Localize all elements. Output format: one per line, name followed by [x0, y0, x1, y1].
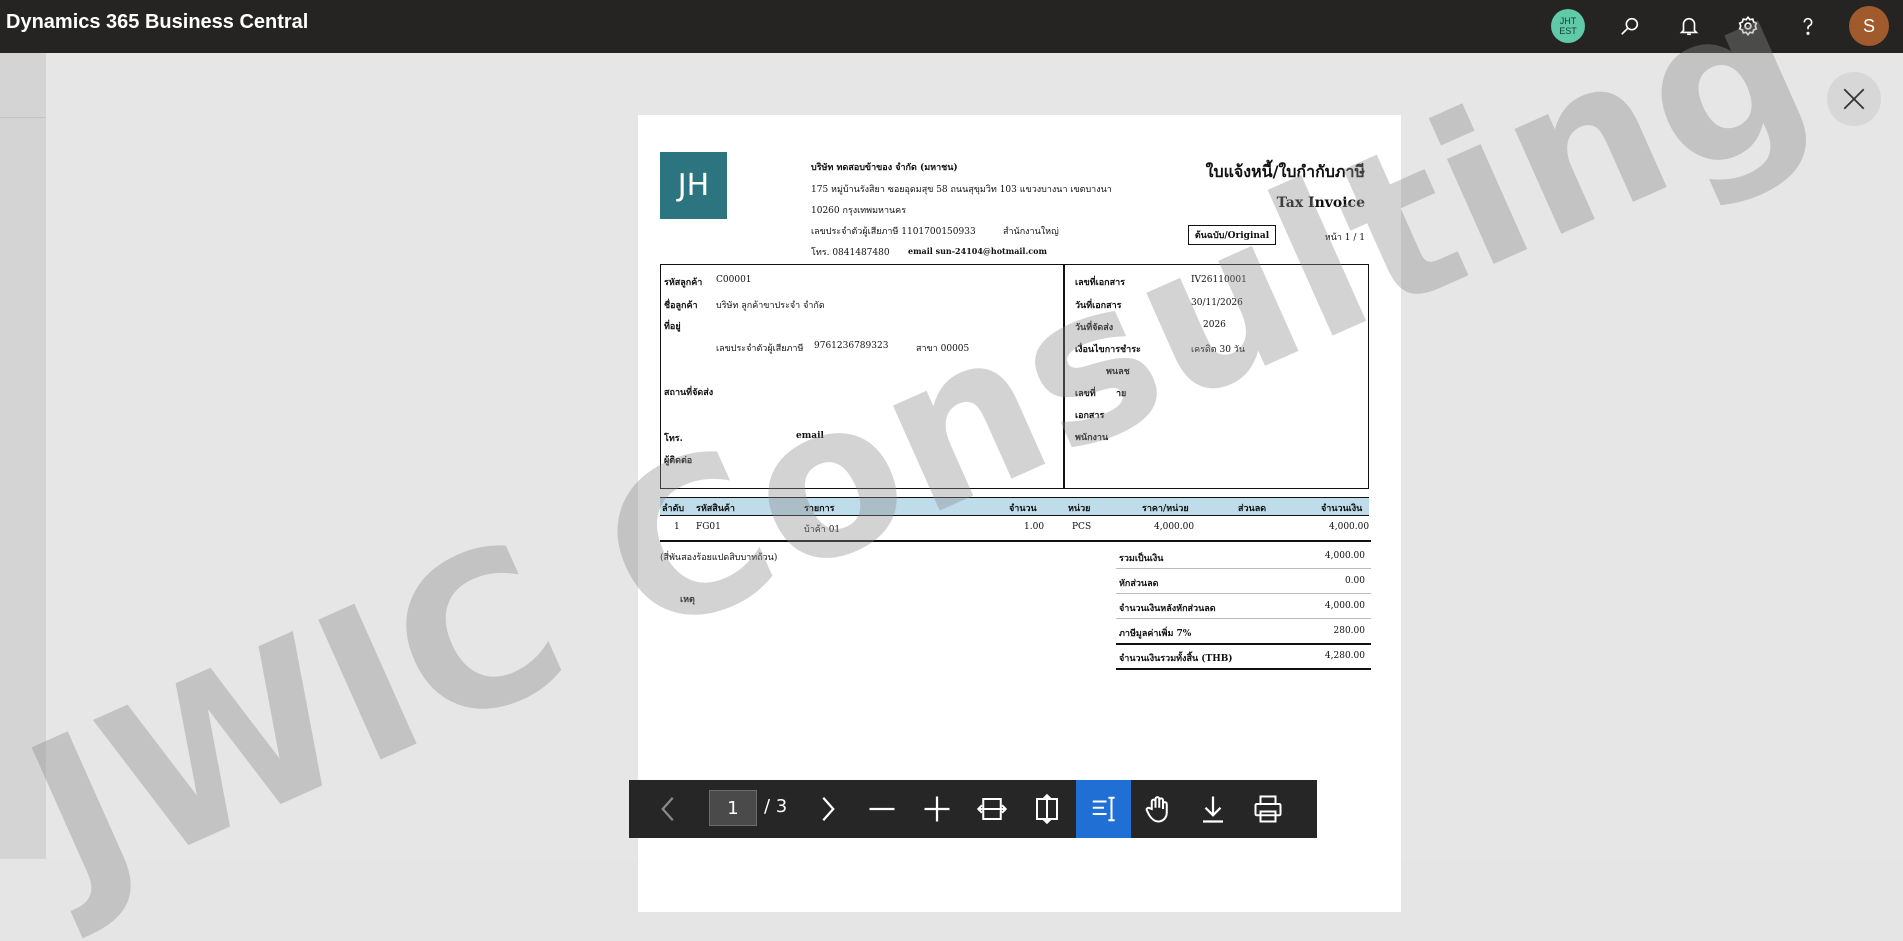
bell-icon[interactable]: [1671, 8, 1707, 44]
customer-tax-id: 9761236789323: [814, 341, 889, 351]
copy-label: ต้นฉบับ/Original: [1188, 225, 1276, 245]
gear-icon[interactable]: [1730, 8, 1766, 44]
avatar[interactable]: S: [1849, 6, 1889, 46]
company-logo: JH: [660, 152, 727, 219]
page-label: หน้า 1 / 1: [1324, 233, 1365, 243]
ship-to-label: สถานที่จัดส่ง: [664, 388, 714, 398]
col-discount: ส่วนลด: [1238, 504, 1267, 514]
page-number-input[interactable]: [709, 790, 757, 826]
total-vat-label: ภาษีมูลค่าเพิ่ม 7%: [1119, 629, 1192, 639]
col-desc: รายการ: [804, 504, 835, 514]
app-title[interactable]: Dynamics 365 Business Central: [6, 11, 308, 34]
doc-date-label: วันที่เอกสาร: [1075, 301, 1122, 311]
ref-label: เลขที่: [1075, 389, 1096, 399]
total-vat-value: 280.00: [1333, 626, 1366, 636]
row-price: 4,000.00: [1154, 522, 1195, 532]
ref-suffix: าย: [1116, 389, 1127, 399]
phone-label: โทร.: [664, 434, 683, 444]
total-discount-value: 0.00: [1344, 576, 1365, 586]
due-label: พนลช: [1106, 367, 1130, 377]
doc2-label: เอกสาร: [1075, 411, 1105, 421]
hand-pan-icon[interactable]: [1136, 787, 1180, 831]
ship-date: 2026: [1203, 320, 1226, 330]
col-amount: จำนวนเงิน: [1321, 504, 1363, 514]
table-bottom-line: [660, 540, 1371, 542]
remark-label: เหตุ: [680, 595, 695, 605]
company-address-1: 175 หมู่บ้านรังสิยา ซอยอุดมสุข 58 ถนนสุข…: [811, 185, 1112, 195]
company-phone: โทร. 0841487480: [811, 248, 890, 258]
pdf-viewer: JH บริษัท ทดสอบข้าของ จำกัด (มหาชน) 175 …: [46, 53, 1903, 912]
fit-width-icon[interactable]: [970, 787, 1014, 831]
row-seq: 1: [674, 522, 680, 532]
grand-total-value: 4,280.00: [1324, 651, 1365, 661]
terms: เครดิต 30 วัน: [1191, 345, 1245, 355]
customer-address-label: ที่อยู่: [664, 322, 681, 332]
text-select-icon[interactable]: [1076, 780, 1131, 838]
total-after-discount-label: จำนวนเงินหลังหักส่วนลด: [1119, 604, 1216, 614]
customer-code: C00001: [716, 275, 752, 285]
close-button[interactable]: [1827, 72, 1881, 126]
customer-tax-label: เลขประจำตัวผู้เสียภาษี: [716, 344, 804, 354]
total-after-discount-value: 4,000.00: [1324, 601, 1365, 611]
col-qty: จำนวน: [1009, 504, 1037, 514]
download-icon[interactable]: [1191, 787, 1235, 831]
total-subtotal-label: รวมเป็นเงิน: [1119, 554, 1164, 564]
amount-in-words: (สี่พันสองร้อยแปดสิบบาทถ้วน): [660, 553, 778, 563]
row-amount: 4,000.00: [1329, 522, 1370, 532]
close-icon: [1843, 88, 1865, 110]
total-discount-label: หักส่วนลด: [1119, 579, 1159, 589]
company-badge-line2: EST: [1559, 26, 1577, 36]
total-subtotal-value: 4,000.00: [1324, 551, 1365, 561]
left-navigation-strip: [0, 53, 46, 859]
company-name: บริษัท ทดสอบข้าของ จำกัด (มหาชน): [811, 163, 958, 173]
top-bar: Dynamics 365 Business Central JHT EST S: [0, 0, 1903, 53]
zoom-in-icon[interactable]: [915, 787, 959, 831]
company-address-2: 10260 กรุงเทพมหานคร: [811, 206, 907, 216]
question-icon[interactable]: [1790, 8, 1826, 44]
invoice-title-en: Tax Invoice: [1276, 195, 1365, 211]
staff-label: พนักงาน: [1075, 433, 1109, 443]
col-seq: ลำดับ: [662, 504, 685, 514]
company-tax-id: เลขประจำตัวผู้เสียภาษี 1101700150933: [811, 227, 976, 237]
row-code: FG01: [696, 522, 721, 532]
customer-branch: สาขา 00005: [916, 344, 970, 354]
ship-date-label: วันที่จัดส่ง: [1075, 323, 1114, 333]
col-unit: หน่วย: [1068, 504, 1091, 514]
doc-date: 30/11/2026: [1191, 298, 1243, 308]
doc-no: IV26110001: [1191, 275, 1247, 285]
customer-name-label: ชื่อลูกค้า: [664, 301, 698, 311]
row-qty: 1.00: [1024, 522, 1045, 532]
zoom-out-icon[interactable]: [860, 787, 904, 831]
next-page-icon[interactable]: [805, 787, 849, 831]
col-price: ราคา/หน่วย: [1142, 504, 1189, 514]
customer-name: บริษัท ลูกค้าขาประจำ จำกัด: [716, 301, 825, 311]
fit-page-icon[interactable]: [1025, 787, 1069, 831]
row-unit: PCS: [1072, 522, 1092, 532]
terms-label: เงื่อนไขการชำระ: [1075, 345, 1141, 355]
print-icon[interactable]: [1246, 787, 1290, 831]
header-divider: [1063, 264, 1065, 489]
search-icon[interactable]: [1612, 8, 1648, 44]
company-email: email sun-24104@hotmail.com: [908, 246, 1047, 256]
contact-label: ผู้ติดต่อ: [664, 456, 693, 466]
grand-total-label: จำนวนเงินรวมทั้งสิ้น (THB): [1119, 654, 1233, 664]
page-total: / 3: [764, 796, 788, 817]
prev-page-icon[interactable]: [647, 787, 691, 831]
customer-code-label: รหัสลูกค้า: [664, 278, 703, 288]
row-desc: บ้าค้า 01: [804, 525, 841, 535]
email-label: email: [796, 431, 824, 441]
company-branch: สำนักงานใหญ่: [1003, 227, 1059, 237]
pdf-toolbar: / 3: [629, 780, 1317, 838]
invoice-title-th: ใบแจ้งหนี้/ใบกำกับภาษี: [1205, 162, 1365, 181]
company-badge[interactable]: JHT EST: [1551, 9, 1585, 43]
col-code: รหัสสินค้า: [696, 504, 735, 514]
company-badge-line1: JHT: [1559, 16, 1577, 26]
doc-no-label: เลขที่เอกสาร: [1075, 278, 1125, 288]
